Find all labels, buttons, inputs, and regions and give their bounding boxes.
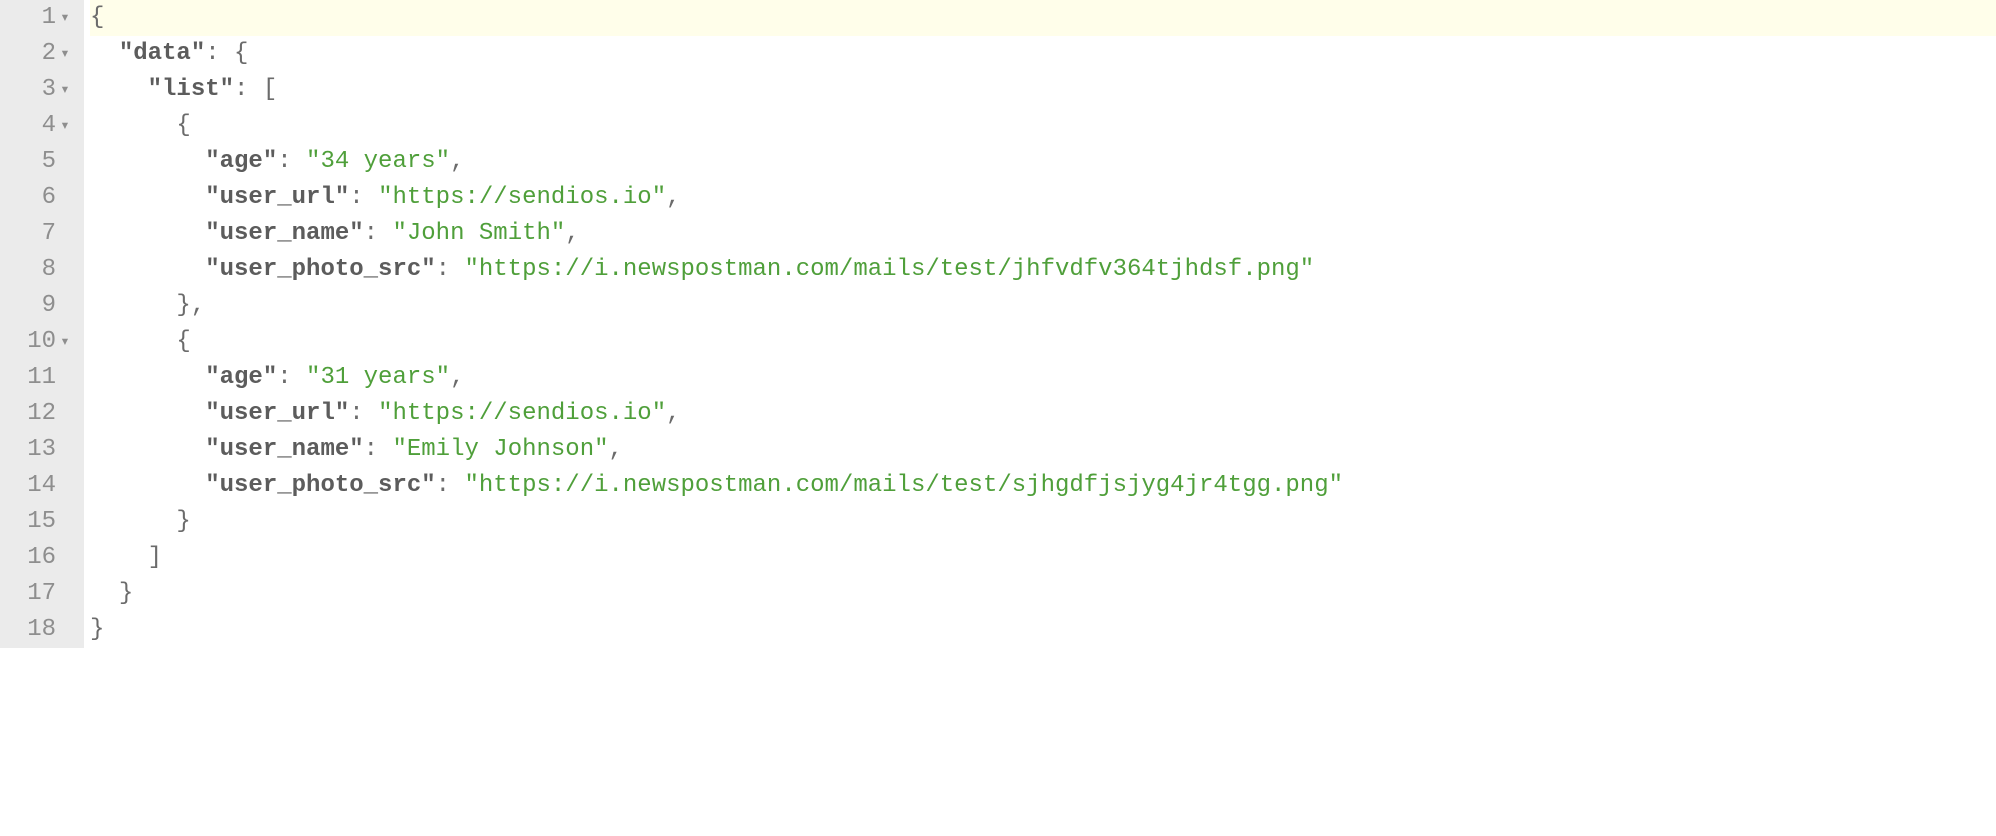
code-line[interactable]: } — [90, 612, 1996, 648]
json-string: "John Smith" — [392, 216, 565, 252]
json-open-brace: { — [234, 36, 248, 72]
json-colon: : — [436, 468, 450, 504]
json-close-brace: } — [176, 288, 190, 324]
json-comma: , — [565, 216, 579, 252]
code-area[interactable]: { "data": { "list": [ { "age": "34 years… — [84, 0, 1996, 648]
json-open-brace: { — [90, 0, 104, 36]
json-key: "user_name" — [205, 432, 363, 468]
code-line[interactable]: "user_photo_src": "https://i.newspostman… — [90, 252, 1996, 288]
json-key: "user_url" — [205, 180, 349, 216]
code-line[interactable]: { — [90, 108, 1996, 144]
line-number: 13 — [16, 432, 56, 468]
json-key: "user_photo_src" — [205, 468, 435, 504]
json-colon: : — [234, 72, 248, 108]
json-open-bracket: [ — [263, 72, 277, 108]
code-line[interactable]: { — [90, 0, 1996, 36]
line-number: 14 — [16, 468, 56, 504]
code-line[interactable]: ] — [90, 540, 1996, 576]
json-open-brace: { — [176, 324, 190, 360]
json-open-brace: { — [176, 108, 190, 144]
json-string: "https://sendios.io" — [378, 396, 666, 432]
fold-toggle-icon[interactable]: ▾ — [56, 0, 74, 36]
line-number: 9 — [16, 288, 56, 324]
fold-toggle-icon[interactable]: ▾ — [56, 36, 74, 72]
json-colon: : — [277, 360, 291, 396]
json-comma: , — [666, 180, 680, 216]
line-number: 18 — [16, 612, 56, 648]
line-number: 10 — [16, 324, 56, 360]
json-string: "31 years" — [306, 360, 450, 396]
json-comma: , — [609, 432, 623, 468]
code-line[interactable]: "age": "34 years", — [90, 144, 1996, 180]
fold-toggle-icon[interactable]: ▾ — [56, 108, 74, 144]
json-comma: , — [450, 360, 464, 396]
json-string: "https://i.newspostman.com/mails/test/jh… — [464, 252, 1314, 288]
json-key: "age" — [205, 360, 277, 396]
line-number: 7 — [16, 216, 56, 252]
line-number: 12 — [16, 396, 56, 432]
code-line[interactable]: "age": "31 years", — [90, 360, 1996, 396]
code-line[interactable]: "user_url": "https://sendios.io", — [90, 396, 1996, 432]
line-number: 3 — [16, 72, 56, 108]
line-number: 8 — [16, 252, 56, 288]
json-colon: : — [436, 252, 450, 288]
line-number: 6 — [16, 180, 56, 216]
json-string: "Emily Johnson" — [392, 432, 608, 468]
line-number: 11 — [16, 360, 56, 396]
json-string: "https://sendios.io" — [378, 180, 666, 216]
code-editor[interactable]: 1▾ 2▾ 3▾ 4▾ 5 6 7 8 9 10▾ 11 12 13 14 15… — [0, 0, 1996, 648]
line-number: 4 — [16, 108, 56, 144]
json-colon: : — [349, 180, 363, 216]
json-close-brace: } — [119, 576, 133, 612]
json-close-bracket: ] — [148, 540, 162, 576]
line-number: 2 — [16, 36, 56, 72]
json-colon: : — [349, 396, 363, 432]
json-comma: , — [666, 396, 680, 432]
code-line[interactable]: "data": { — [90, 36, 1996, 72]
line-number-gutter: 1▾ 2▾ 3▾ 4▾ 5 6 7 8 9 10▾ 11 12 13 14 15… — [0, 0, 84, 648]
json-comma: , — [191, 288, 205, 324]
code-line[interactable]: "user_name": "John Smith", — [90, 216, 1996, 252]
code-line[interactable]: "user_name": "Emily Johnson", — [90, 432, 1996, 468]
json-key: "user_url" — [205, 396, 349, 432]
line-number: 5 — [16, 144, 56, 180]
code-line[interactable]: "user_photo_src": "https://i.newspostman… — [90, 468, 1996, 504]
json-key: "list" — [148, 72, 234, 108]
fold-toggle-icon[interactable]: ▾ — [56, 324, 74, 360]
json-colon: : — [277, 144, 291, 180]
json-close-brace: } — [176, 504, 190, 540]
json-key: "user_name" — [205, 216, 363, 252]
code-line[interactable]: }, — [90, 288, 1996, 324]
json-string: "https://i.newspostman.com/mails/test/sj… — [464, 468, 1343, 504]
code-line[interactable]: } — [90, 504, 1996, 540]
json-colon: : — [364, 216, 378, 252]
json-colon: : — [205, 36, 219, 72]
json-comma: , — [450, 144, 464, 180]
code-line[interactable]: { — [90, 324, 1996, 360]
code-line[interactable]: "user_url": "https://sendios.io", — [90, 180, 1996, 216]
line-number: 1 — [16, 0, 56, 36]
line-number: 17 — [16, 576, 56, 612]
line-number: 16 — [16, 540, 56, 576]
code-line[interactable]: } — [90, 576, 1996, 612]
line-number: 15 — [16, 504, 56, 540]
fold-toggle-icon[interactable]: ▾ — [56, 72, 74, 108]
json-string: "34 years" — [306, 144, 450, 180]
code-line[interactable]: "list": [ — [90, 72, 1996, 108]
json-close-brace: } — [90, 612, 104, 648]
json-key: "age" — [205, 144, 277, 180]
json-key: "data" — [119, 36, 205, 72]
json-colon: : — [364, 432, 378, 468]
json-key: "user_photo_src" — [205, 252, 435, 288]
